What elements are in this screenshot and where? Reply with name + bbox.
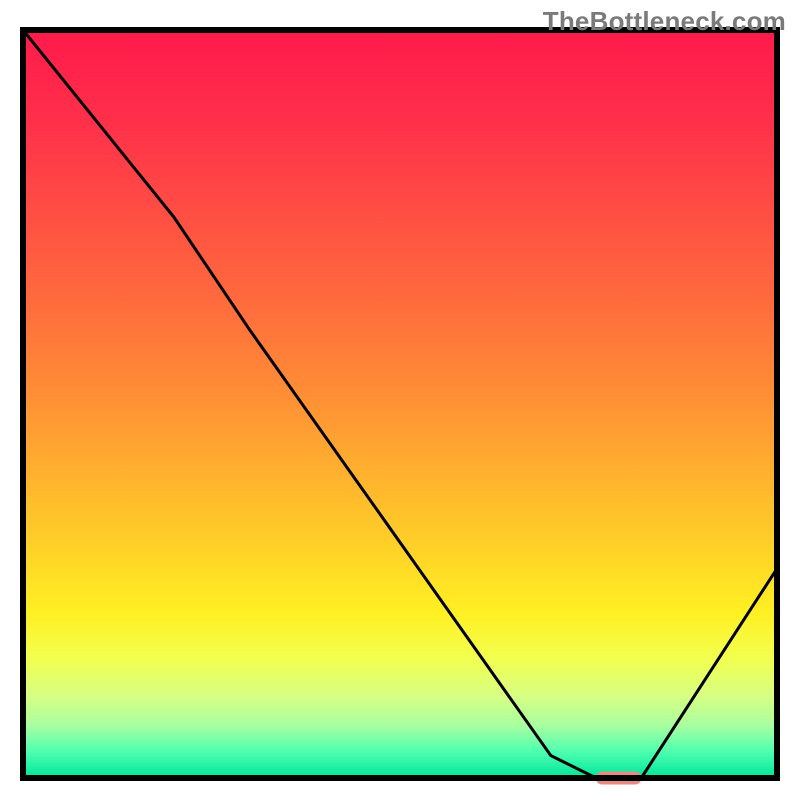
plot-background	[23, 30, 777, 778]
watermark-text: TheBottleneck.com	[543, 6, 786, 37]
chart-svg	[0, 0, 800, 800]
bottleneck-chart: TheBottleneck.com	[0, 0, 800, 800]
